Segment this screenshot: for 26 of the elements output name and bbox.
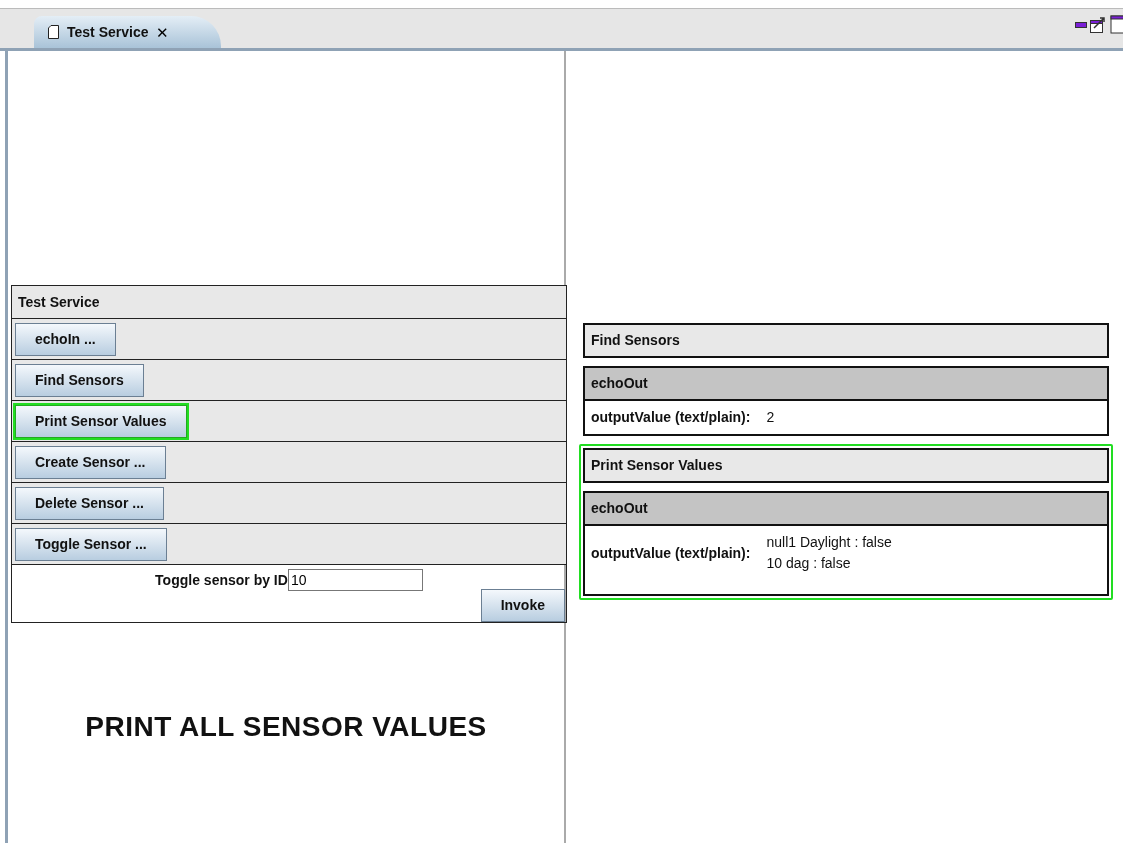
output-label: outputValue (text/plain): (591, 543, 751, 563)
document-icon (48, 25, 59, 39)
output-value: 2 (766, 408, 775, 427)
result-title: Find Sensors (583, 323, 1109, 358)
operation-button[interactable]: Toggle Sensor ... (15, 527, 167, 561)
id-input-field[interactable]: 10 (287, 569, 423, 591)
caption-text: PRINT ALL SENSOR VALUES (84, 710, 488, 744)
output-name: echoOut (585, 368, 1107, 401)
minimize-icon[interactable] (1075, 21, 1087, 28)
restore-icon[interactable] (1090, 16, 1107, 33)
tab[interactable]: Test Service ✕ (34, 16, 222, 48)
result-title: Print Sensor Values (583, 448, 1109, 483)
operation-button[interactable]: Find Sensors (15, 363, 144, 397)
operation-button[interactable]: echoIn ... (15, 322, 116, 356)
maximize-icon[interactable] (1110, 15, 1123, 34)
output-label: outputValue (text/plain): (591, 408, 751, 427)
close-button[interactable]: ✕ (156, 24, 170, 40)
operation-button[interactable]: Delete Sensor ... (15, 486, 164, 520)
output-name: echoOut (585, 493, 1107, 526)
tab-title: Test Service (67, 22, 149, 42)
invoke-button[interactable]: Invoke (480, 589, 565, 622)
output-value: null1 Daylight : false 10 dag : false (766, 533, 892, 573)
operation-button[interactable]: Print Sensor Values (15, 404, 187, 438)
service-title: Test Service (12, 286, 566, 319)
operation-button[interactable]: Create Sensor ... (15, 445, 166, 479)
field-label: Toggle sensor by ID (155, 570, 288, 590)
